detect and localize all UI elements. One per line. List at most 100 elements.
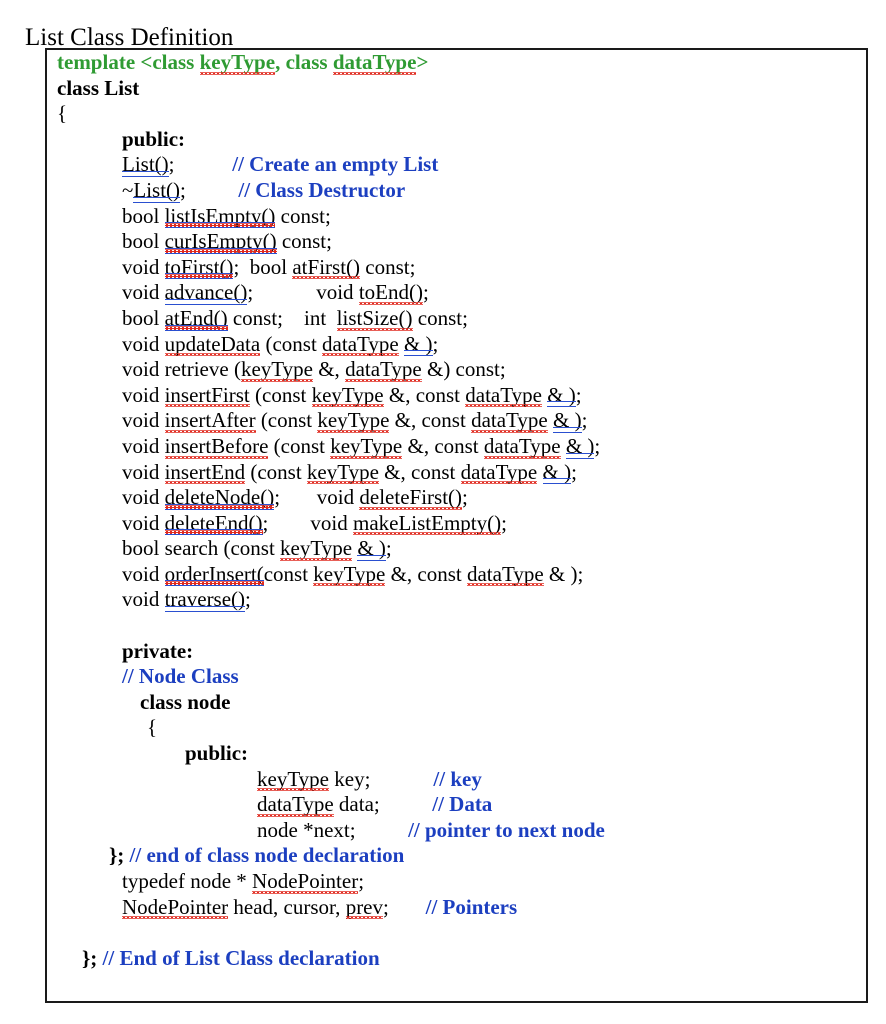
code-line: }; // End of List Class declaration [47, 946, 866, 972]
code-identifier-flagged: insertEnd [164, 459, 246, 484]
code-template-keyword: , class [275, 50, 333, 74]
code-text: ; [575, 382, 582, 407]
code-identifier-flagged: List() [133, 177, 181, 203]
code-text: public: [122, 126, 186, 151]
code-template-keyword: keyType [199, 50, 276, 75]
code-text: void [122, 587, 165, 612]
code-text: &, const [402, 433, 484, 458]
code-text: void [280, 485, 360, 510]
code-line: void deleteNode(); void deleteFirst(); [47, 485, 866, 511]
code-text: typedef node * [122, 869, 253, 893]
code-text: public: [185, 741, 249, 766]
code-identifier-flagged: dataType [345, 357, 422, 382]
code-text: ; [571, 459, 577, 484]
code-template-keyword: template <class [57, 50, 200, 74]
code-identifier-flagged: & ) [542, 459, 572, 484]
code-identifier-flagged: atFirst() [292, 254, 361, 279]
code-line: }; // end of class node declaration [47, 843, 866, 869]
code-line: private: [47, 639, 866, 665]
code-text: void [122, 280, 165, 305]
code-line: ~List(); // Class Destructor [47, 178, 866, 204]
code-identifier-flagged: List() [122, 152, 169, 177]
code-identifier-flagged: keyType [280, 536, 353, 561]
code-text: head, cursor, [228, 894, 346, 919]
code-identifier-flagged: dataType [466, 561, 544, 587]
code-identifier-flagged: atEnd() [164, 305, 228, 331]
code-line: bool listIsEmpty() const; [47, 204, 866, 230]
code-identifier-flagged: keyType [257, 766, 330, 791]
code-template-keyword: > [416, 50, 429, 74]
code-line: class List [47, 76, 866, 102]
code-text: (const [249, 382, 312, 407]
code-line: bool atEnd() const; int listSize() const… [47, 306, 866, 332]
code-identifier-flagged: dataType [257, 792, 334, 817]
code-text: (const [268, 433, 331, 458]
code-text: ; [581, 408, 588, 433]
code-text: (const [245, 459, 307, 484]
code-text: data; [333, 792, 380, 817]
code-template-keyword: dataType [332, 50, 417, 75]
code-line: List(); // Create an empty List [47, 152, 866, 178]
code-text: private: [122, 638, 194, 663]
code-line: public: [47, 127, 866, 153]
code-text: void [122, 254, 165, 279]
code-identifier-flagged: keyType [317, 408, 390, 433]
code-identifier-flagged: keyType [240, 357, 313, 382]
code-identifier-flagged: deleteEnd() [164, 510, 263, 535]
code-text: ; [594, 433, 601, 458]
code-line: node *next; // pointer to next node [47, 818, 866, 844]
code-identifier-flagged: & ) [547, 382, 576, 407]
code-identifier-flagged: listSize() [336, 305, 413, 331]
code-text: bool [122, 229, 165, 254]
code-line: void retrieve (keyType &, dataType &) co… [47, 357, 866, 383]
code-line: NodePointer head, cursor, prev; // Point… [47, 895, 866, 921]
code-line: dataType data; // Data [47, 792, 866, 818]
code-line: class node [47, 690, 866, 716]
code-line: void updateData (const dataType & ); [47, 332, 866, 358]
code-line: bool search (const keyType & ); [47, 536, 866, 562]
code-comment: // Node Class [122, 664, 239, 689]
code-text: ; [462, 485, 468, 510]
code-text: void [316, 280, 359, 305]
code-identifier-flagged: dataType [465, 382, 542, 407]
code-text: ; [245, 587, 251, 612]
code-text: ; [422, 280, 429, 305]
code-comment: // End of List Class declaration [102, 945, 380, 970]
code-line: public: [47, 741, 866, 767]
code-identifier-flagged: makeListEmpty() [352, 510, 502, 535]
code-line: void insertAfter (const keyType &, const… [47, 408, 866, 434]
code-text: & ); [543, 561, 584, 586]
code-text: node *next; [257, 817, 356, 842]
code-line: void toFirst(); bool atFirst() const; [47, 255, 866, 281]
code-identifier-flagged: NodePointer [252, 869, 359, 894]
code-text: }; [109, 843, 125, 868]
code-comment: // end of class node declaration [129, 843, 405, 868]
code-text: ~ [122, 177, 134, 202]
code-identifier-flagged: toFirst() [164, 254, 234, 279]
code-text: bool search (const [122, 536, 281, 561]
code-identifier-flagged: insertAfter [164, 408, 256, 433]
code-block-container: template <class keyType, class dataType>… [45, 48, 868, 1003]
code-comment: // Create an empty List [232, 152, 439, 177]
code-line: void orderInsert(const keyType &, const … [47, 562, 866, 588]
code-text: const [263, 561, 314, 586]
code-text: void [122, 433, 165, 458]
code-identifier-flagged: insertBefore [164, 433, 269, 459]
code-line: { [47, 101, 866, 127]
code-text: void [122, 331, 165, 356]
code-text: ; [385, 536, 392, 561]
code-line: bool curIsEmpty() const; [47, 229, 866, 255]
code-line: // Node Class [47, 664, 866, 690]
code-text: &, const [389, 408, 472, 433]
code-identifier-flagged: deleteFirst() [359, 485, 463, 510]
code-text: ; bool [233, 254, 293, 279]
code-text: }; [82, 945, 98, 970]
code-identifier-flagged: & ) [553, 408, 582, 433]
code-text: (const [255, 408, 318, 433]
code-text: const; [360, 254, 416, 279]
